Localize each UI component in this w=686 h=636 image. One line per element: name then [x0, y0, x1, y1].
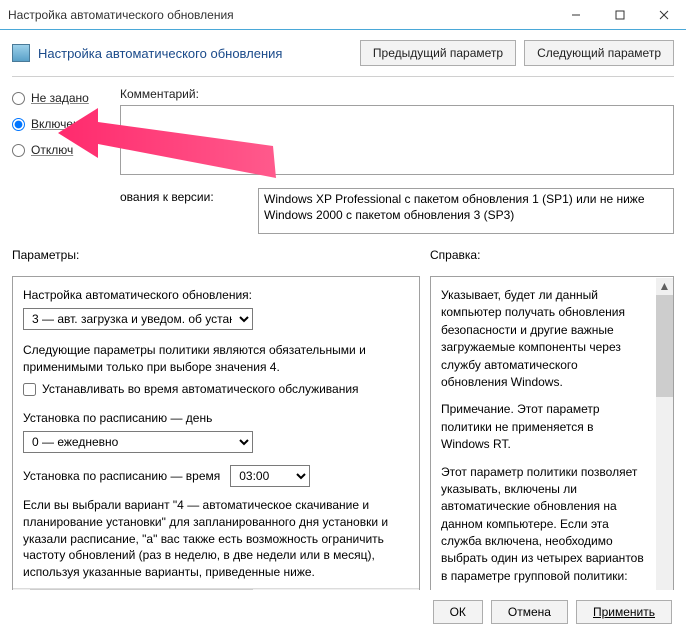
radio-not-configured-label: Не задано	[31, 91, 89, 105]
maintenance-checkbox-label: Устанавливать во время автоматического о…	[42, 381, 359, 398]
help-p3: Этот параметр политики позволяет указыва…	[441, 464, 645, 586]
radio-enabled-input[interactable]	[12, 118, 25, 131]
options-note: Следующие параметры политики являются об…	[23, 342, 409, 376]
schedule-time-label: Установка по расписанию — время	[23, 468, 220, 485]
maximize-button[interactable]	[598, 0, 642, 30]
radio-disabled[interactable]: Отключ	[12, 143, 120, 157]
update-mode-select[interactable]: 3 — авт. загрузка и уведом. об устан	[23, 308, 253, 330]
apply-button[interactable]: Применить	[576, 600, 672, 624]
footer: ОК Отмена Применить	[0, 590, 686, 636]
help-vscrollbar[interactable]: ▲ ▼	[656, 278, 673, 604]
divider	[12, 76, 674, 77]
radio-disabled-input[interactable]	[12, 144, 25, 157]
help-panel: Указывает, будет ли данный компьютер пол…	[430, 276, 674, 606]
comment-textarea[interactable]	[120, 105, 674, 175]
ok-button[interactable]: ОК	[433, 600, 483, 624]
params-section-label: Параметры:	[12, 248, 430, 262]
header: Настройка автоматического обновления Пре…	[0, 30, 686, 72]
comment-label: Комментарий:	[120, 87, 674, 101]
cancel-button[interactable]: Отмена	[491, 600, 568, 624]
options-bottom-text: Если вы выбрали вариант "4 — автоматичес…	[23, 497, 409, 581]
scroll-up-icon[interactable]: ▲	[656, 278, 673, 295]
radio-not-configured[interactable]: Не задано	[12, 91, 120, 105]
schedule-time-select[interactable]: 03:00	[230, 465, 310, 487]
schedule-day-select[interactable]: 0 — ежедневно	[23, 431, 253, 453]
prev-setting-button[interactable]: Предыдущий параметр	[360, 40, 516, 66]
requirements-label: ования к версии:	[120, 188, 258, 234]
radio-disabled-label: Отключ	[31, 143, 73, 157]
radio-not-configured-input[interactable]	[12, 92, 25, 105]
vscroll-thumb[interactable]	[656, 295, 673, 397]
policy-icon	[12, 44, 30, 62]
window-titlebar: Настройка автоматического обновления	[0, 0, 686, 30]
schedule-day-label: Установка по расписанию — день	[23, 410, 409, 427]
minimize-button[interactable]	[554, 0, 598, 30]
window-title: Настройка автоматического обновления	[8, 8, 554, 22]
options-panel: Настройка автоматического обновления: 3 …	[12, 276, 420, 606]
help-p2: Примечание. Этот параметр политики не пр…	[441, 401, 645, 453]
update-mode-label: Настройка автоматического обновления:	[23, 287, 409, 304]
requirements-box[interactable]: Windows XP Professional с пакетом обновл…	[258, 188, 674, 234]
maintenance-checkbox[interactable]	[23, 383, 36, 396]
radio-enabled-label: Включено	[31, 117, 86, 131]
next-setting-button[interactable]: Следующий параметр	[524, 40, 674, 66]
help-p1: Указывает, будет ли данный компьютер пол…	[441, 287, 645, 391]
radio-enabled[interactable]: Включено	[12, 117, 120, 131]
state-radios: Не задано Включено Отключ	[12, 87, 120, 234]
header-title: Настройка автоматического обновления	[38, 46, 352, 61]
help-section-label: Справка:	[430, 248, 480, 262]
maintenance-checkbox-row[interactable]: Устанавливать во время автоматического о…	[23, 381, 409, 398]
close-button[interactable]	[642, 0, 686, 30]
